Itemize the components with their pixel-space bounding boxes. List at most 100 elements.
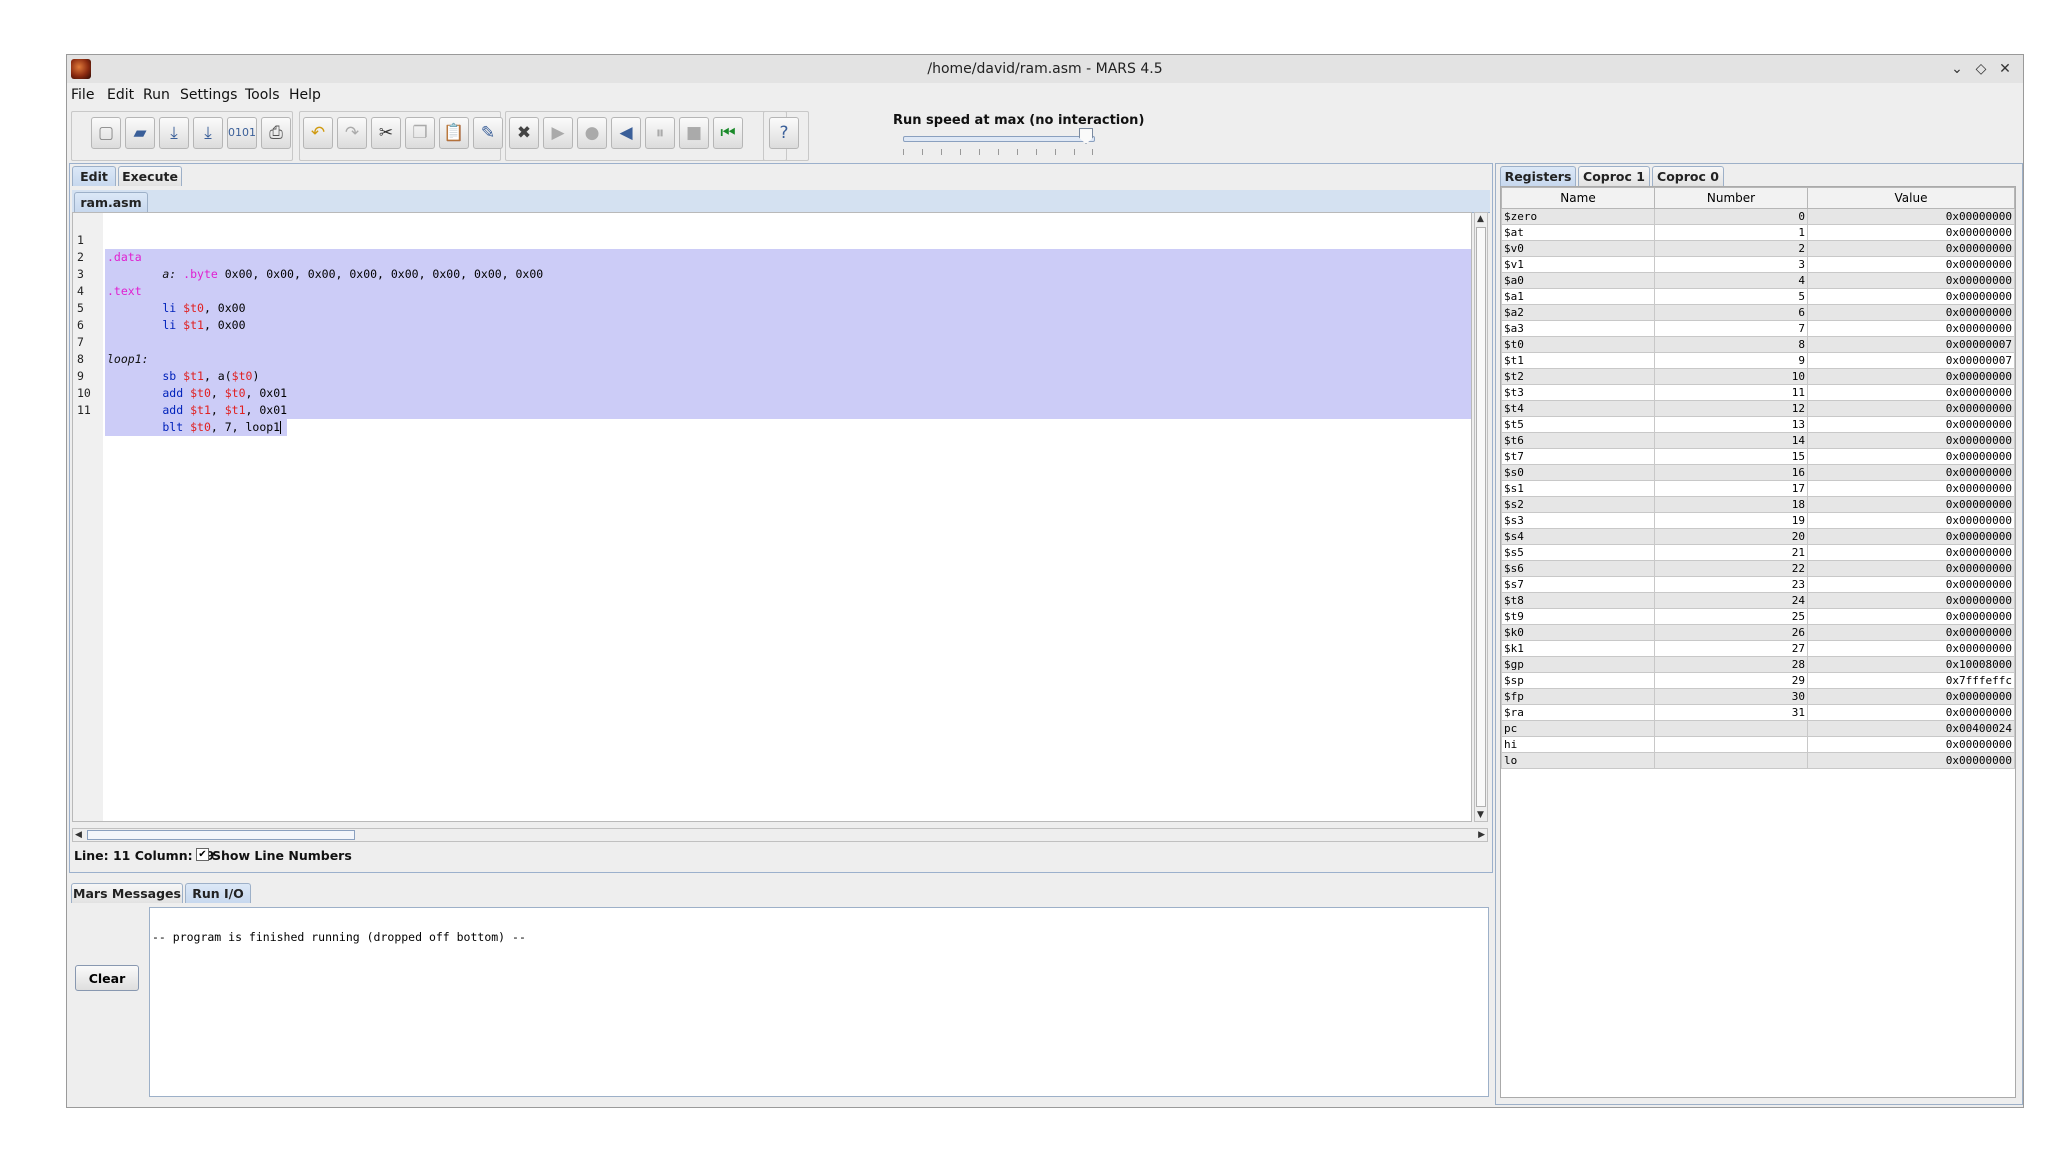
table-row[interactable]: $s6 22 0x00000000: [1501, 560, 2015, 577]
find-replace-icon[interactable]: ✎: [473, 117, 503, 149]
table-row[interactable]: $a2 6 0x00000000: [1501, 304, 2015, 321]
menu-edit[interactable]: Edit: [107, 87, 134, 103]
table-row[interactable]: $t5 13 0x00000000: [1501, 416, 2015, 433]
step-icon[interactable]: ●: [577, 117, 607, 149]
tab-mars-messages[interactable]: Mars Messages: [71, 883, 183, 903]
copy-icon[interactable]: ❐: [405, 117, 435, 149]
table-row[interactable]: $s0 16 0x00000000: [1501, 464, 2015, 481]
run-speed-slider[interactable]: [903, 136, 1095, 142]
vertical-scroll-thumb[interactable]: [1476, 227, 1486, 807]
table-row[interactable]: $s1 17 0x00000000: [1501, 480, 2015, 497]
cut-icon[interactable]: ✂: [371, 117, 401, 149]
menu-help[interactable]: Help: [289, 87, 321, 103]
help-icon[interactable]: ?: [769, 117, 799, 149]
scroll-right-icon[interactable]: ▶: [1478, 829, 1485, 841]
table-row[interactable]: $fp 30 0x00000000: [1501, 688, 2015, 705]
stop-icon[interactable]: ■: [679, 117, 709, 149]
scroll-up-icon[interactable]: ▲: [1477, 213, 1484, 225]
table-row[interactable]: $t8 24 0x00000000: [1501, 592, 2015, 609]
maximize-icon[interactable]: ◇: [1971, 59, 1991, 79]
reg-name-cell: $t0: [1501, 336, 1655, 353]
code-editor[interactable]: 1 .data 2 a: .byte 0x00, 0x00, 0x00, 0x0…: [72, 212, 1472, 822]
table-row[interactable]: $zero 0 0x00000000: [1501, 208, 2015, 225]
tab-edit[interactable]: Edit: [72, 166, 116, 186]
backstep-icon[interactable]: ◀: [611, 117, 641, 149]
reg-value-cell: 0x00000000: [1807, 368, 2015, 385]
show-line-numbers-checkbox[interactable]: ✔: [196, 848, 209, 861]
table-row[interactable]: pc 0x00400024: [1501, 720, 2015, 737]
code-line: 4 li $t0, 0x00: [73, 266, 1471, 317]
table-row[interactable]: $a1 5 0x00000000: [1501, 288, 2015, 305]
table-row[interactable]: $at 1 0x00000000: [1501, 224, 2015, 241]
dump-memory-icon[interactable]: 0101: [227, 117, 257, 149]
table-row[interactable]: $a0 4 0x00000000: [1501, 272, 2015, 289]
minimize-icon[interactable]: ⌄: [1947, 59, 1967, 79]
open-file-icon[interactable]: ▰: [125, 117, 155, 149]
menu-file[interactable]: File: [71, 87, 94, 103]
horizontal-scroll-thumb[interactable]: [87, 830, 355, 840]
table-row[interactable]: $s4 20 0x00000000: [1501, 528, 2015, 545]
table-row[interactable]: $gp 28 0x10008000: [1501, 656, 2015, 673]
table-row[interactable]: $v0 2 0x00000000: [1501, 240, 2015, 257]
table-row[interactable]: $s2 18 0x00000000: [1501, 496, 2015, 513]
save-as-icon[interactable]: ⤓: [193, 117, 223, 149]
tab-registers[interactable]: Registers: [1500, 166, 1576, 186]
tab-execute[interactable]: Execute: [118, 166, 182, 186]
pause-icon[interactable]: ⏸: [645, 117, 675, 149]
table-row[interactable]: $t3 11 0x00000000: [1501, 384, 2015, 401]
tab-coproc-1[interactable]: Coproc 1: [1578, 166, 1650, 186]
save-icon[interactable]: ⤓: [159, 117, 189, 149]
scroll-left-icon[interactable]: ◀: [75, 829, 82, 841]
table-row[interactable]: $t2 10 0x00000000: [1501, 368, 2015, 385]
clear-button[interactable]: Clear: [75, 965, 139, 991]
table-row[interactable]: $ra 31 0x00000000: [1501, 704, 2015, 721]
assemble-icon[interactable]: ✖: [509, 117, 539, 149]
reg-number-cell: 1: [1654, 224, 1808, 241]
undo-icon[interactable]: ↶: [303, 117, 333, 149]
table-row[interactable]: $t9 25 0x00000000: [1501, 608, 2015, 625]
table-row[interactable]: lo 0x00000000: [1501, 752, 2015, 769]
editor-horizontal-scrollbar[interactable]: ◀ ▶: [72, 828, 1488, 842]
print-icon[interactable]: ⎙: [261, 117, 291, 149]
table-row[interactable]: $s3 19 0x00000000: [1501, 512, 2015, 529]
menu-settings[interactable]: Settings: [180, 87, 237, 103]
file-tab-ram-asm[interactable]: ram.asm: [74, 192, 148, 212]
run-icon[interactable]: ▶: [543, 117, 573, 149]
reset-icon[interactable]: ⏮: [713, 117, 743, 149]
paste-icon[interactable]: 📋: [439, 117, 469, 149]
table-row[interactable]: $sp 29 0x7fffeffc: [1501, 672, 2015, 689]
table-row[interactable]: $t6 14 0x00000000: [1501, 432, 2015, 449]
edit-panel: Edit Execute ram.asm 1 .data 2 a: .byte …: [69, 163, 1493, 873]
close-icon[interactable]: ✕: [1995, 59, 2015, 79]
reg-number-cell: 0: [1654, 208, 1808, 225]
table-row[interactable]: $t7 15 0x00000000: [1501, 448, 2015, 465]
reg-number-cell: 17: [1654, 480, 1808, 497]
column-header-value[interactable]: Value: [1807, 187, 2015, 209]
table-row[interactable]: $t1 9 0x00000007: [1501, 352, 2015, 369]
tab-run-io[interactable]: Run I/O: [185, 883, 251, 903]
reg-value-cell: 0x00000000: [1807, 416, 2015, 433]
reg-number-cell: 15: [1654, 448, 1808, 465]
run-io-output[interactable]: -- program is finished running (dropped …: [149, 907, 1489, 1097]
table-row[interactable]: $t0 8 0x00000007: [1501, 336, 2015, 353]
reg-number-cell: 24: [1654, 592, 1808, 609]
editor-vertical-scrollbar[interactable]: ▲ ▼: [1474, 212, 1488, 822]
menu-run[interactable]: Run: [143, 87, 170, 103]
table-row[interactable]: $k1 27 0x00000000: [1501, 640, 2015, 657]
table-row[interactable]: hi 0x00000000: [1501, 736, 2015, 753]
reg-name-cell: $v1: [1501, 256, 1655, 273]
table-row[interactable]: $k0 26 0x00000000: [1501, 624, 2015, 641]
reg-value-cell: 0x00000000: [1807, 288, 2015, 305]
table-row[interactable]: $s5 21 0x00000000: [1501, 544, 2015, 561]
column-header-name[interactable]: Name: [1501, 187, 1655, 209]
table-row[interactable]: $v1 3 0x00000000: [1501, 256, 2015, 273]
column-header-number[interactable]: Number: [1654, 187, 1808, 209]
new-file-icon[interactable]: ▢: [91, 117, 121, 149]
redo-icon[interactable]: ↷: [337, 117, 367, 149]
tab-coproc-0[interactable]: Coproc 0: [1652, 166, 1724, 186]
scroll-down-icon[interactable]: ▼: [1477, 809, 1484, 821]
table-row[interactable]: $a3 7 0x00000000: [1501, 320, 2015, 337]
menu-tools[interactable]: Tools: [245, 87, 280, 103]
table-row[interactable]: $t4 12 0x00000000: [1501, 400, 2015, 417]
table-row[interactable]: $s7 23 0x00000000: [1501, 576, 2015, 593]
